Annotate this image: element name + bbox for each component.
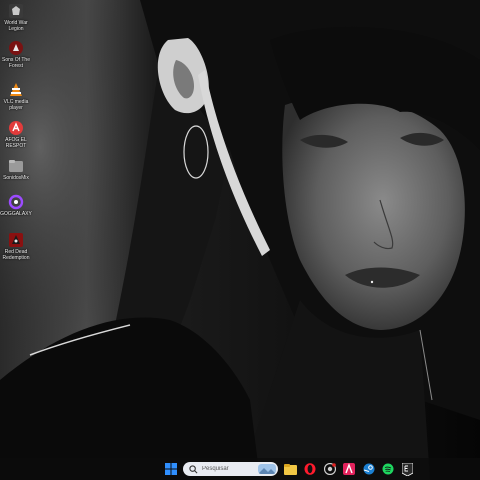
desktop-icon-red-dead-redemption[interactable]: Red Dead Redemption xyxy=(0,232,32,261)
taskbar-spotify[interactable] xyxy=(380,461,396,477)
taskbar-search-box[interactable] xyxy=(183,462,278,476)
spotify-icon xyxy=(382,463,394,475)
taskbar-chrome[interactable] xyxy=(322,461,338,477)
desktop-icon-label: Red Dead Redemption xyxy=(2,249,30,261)
search-input[interactable] xyxy=(202,466,258,472)
world-war-legion-icon xyxy=(9,4,23,18)
folder-icon xyxy=(283,464,297,475)
taskbar-steam[interactable] xyxy=(361,461,377,477)
desktop-icon-vlc[interactable]: VLC media player xyxy=(0,82,32,111)
vlc-icon xyxy=(10,83,22,96)
desktop-icon-label: SonidosMix xyxy=(3,175,29,181)
desktop-icon-sons-of-the-forest[interactable]: Sons Of The Forest xyxy=(0,40,32,69)
desktop-icon-app[interactable]: AFOG EL RESPOT xyxy=(0,120,32,149)
desktop-icon-label: World War Legion xyxy=(4,20,28,32)
taskbar xyxy=(0,458,480,480)
taskbar-epic-games[interactable] xyxy=(399,461,415,477)
desktop-icon-gog-galaxy[interactable]: GOGGALAXY xyxy=(0,194,32,217)
desktop-wallpaper xyxy=(0,0,480,480)
desktop-icon-label: VLC media player xyxy=(3,99,29,111)
sons-of-the-forest-icon xyxy=(9,41,23,55)
adobe-icon xyxy=(343,463,355,475)
red-dead-redemption-icon xyxy=(9,233,23,247)
windows-start-icon xyxy=(165,463,177,475)
steam-icon xyxy=(363,463,375,475)
taskbar-file-explorer[interactable] xyxy=(282,461,298,477)
folder-icon xyxy=(9,160,23,172)
taskbar-adobe[interactable] xyxy=(341,461,357,477)
desktop-icon-sonidos[interactable]: SonidosMix xyxy=(0,158,32,181)
chrome-icon xyxy=(324,463,336,475)
search-highlight-icon xyxy=(258,464,276,474)
taskbar-opera[interactable] xyxy=(302,461,318,477)
app-icon xyxy=(9,121,23,135)
desktop-icon-label: Sons Of The Forest xyxy=(2,57,30,69)
desktop-icon-label: GOGGALAXY xyxy=(0,211,32,217)
desktop-screen: World War Legion Sons Of The Forest VLC … xyxy=(0,0,480,480)
epic-games-icon xyxy=(401,462,413,476)
desktop-icon-label: AFOG EL RESPOT xyxy=(5,137,27,149)
start-button[interactable] xyxy=(163,461,179,477)
opera-icon xyxy=(304,463,316,475)
search-icon xyxy=(189,464,198,473)
gog-galaxy-icon xyxy=(8,194,24,210)
desktop-icon-world-war-legion[interactable]: World War Legion xyxy=(0,3,32,32)
